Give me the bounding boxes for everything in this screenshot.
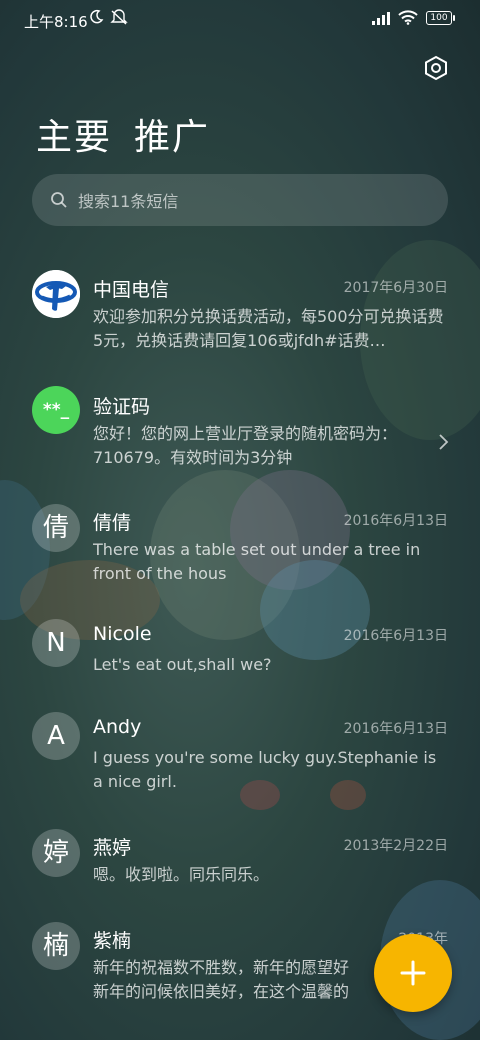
china-telecom-logo-icon [32, 270, 80, 318]
mute-icon [110, 9, 128, 25]
tab-main[interactable]: 主要 [36, 108, 112, 160]
message-preview: Let's eat out,shall we? [93, 655, 272, 674]
message-preview: 嗯。收到啦。同乐同乐。 [93, 865, 270, 884]
conversation-item[interactable]: N Nicole 2016年6月13日 Let's eat out,shall … [0, 619, 480, 683]
message-preview: I guess you're some lucky guy.Stephanie … [93, 748, 442, 791]
avatar: A [32, 712, 80, 760]
chevron-right-icon [439, 434, 449, 450]
plus-icon [400, 960, 426, 986]
avatar: 婷 [32, 829, 80, 877]
message-date: 2016年6月13日 [343, 721, 448, 737]
settings-hexagon-icon [425, 55, 447, 81]
signal-icon [372, 11, 390, 25]
new-message-button[interactable] [374, 934, 452, 1012]
avatar-initial: N [46, 628, 66, 658]
contact-name: 燕婷 [93, 837, 132, 859]
message-date: 2016年6月13日 [343, 628, 448, 644]
message-preview: 您好！您的网上营业厅登录的随机密码为：710679。有效时间为3分钟 [93, 424, 398, 467]
category-tabs: 主要 推广 [36, 108, 210, 160]
avatar: 倩 [32, 504, 80, 552]
message-date: 2013年2月22日 [343, 838, 448, 854]
avatar-initial: 倩 [42, 513, 69, 543]
contact-name: 中国电信 [93, 279, 170, 301]
search-placeholder: 搜索11条短信 [78, 192, 179, 211]
avatar-initial: A [47, 721, 65, 751]
message-preview: There was a table set out under a tree i… [93, 540, 426, 583]
tab-promotion[interactable]: 推广 [134, 108, 210, 160]
conversation-item[interactable]: 倩 倩倩 2016年6月13日 There was a table set ou… [0, 504, 480, 588]
avatar: N [32, 619, 80, 667]
search-bar[interactable]: 搜索11条短信 [32, 174, 448, 226]
battery-icon: 100 [426, 10, 455, 25]
conversation-item[interactable]: A Andy 2016年6月13日 I guess you're some lu… [0, 712, 480, 796]
conversation-item[interactable]: **_ 验证码 您好！您的网上营业厅登录的随机密码为：710679。有效时间为3… [0, 386, 480, 472]
message-date: 2016年6月13日 [343, 513, 448, 529]
wifi-icon [398, 10, 418, 25]
avatar-initial: **_ [42, 400, 70, 420]
avatar-initial: 婷 [42, 838, 69, 868]
conversation-item[interactable]: 中国电信 2017年6月30日 欢迎参加积分兑换话费活动，每500分可兑换话费5… [0, 270, 480, 355]
status-bar: 上午8:16 100 [0, 0, 480, 40]
settings-button[interactable] [420, 52, 452, 84]
message-preview: 新年的祝福数不胜数，新年的愿望好 新年的问候依旧美好，在这个温馨的 [93, 958, 350, 1001]
avatar [32, 270, 80, 318]
contact-name: 倩倩 [93, 512, 132, 534]
contact-name: 紫楠 [93, 930, 132, 952]
search-icon [51, 192, 67, 208]
contact-name: 验证码 [93, 396, 151, 418]
avatar: **_ [32, 386, 80, 434]
message-date: 2017年6月30日 [343, 280, 448, 296]
status-time: 上午8:16 [24, 13, 88, 31]
message-preview: 欢迎参加积分兑换话费活动，每500分可兑换话费5元，兑换话费请回复106或jfd… [93, 307, 444, 350]
moon-icon [90, 9, 104, 24]
conversation-item[interactable]: 婷 燕婷 2013年2月22日 嗯。收到啦。同乐同乐。 [0, 829, 480, 893]
contact-name: Andy [93, 716, 142, 738]
contact-name: Nicole [93, 623, 152, 645]
avatar-initial: 楠 [42, 931, 69, 961]
avatar: 楠 [32, 922, 80, 970]
